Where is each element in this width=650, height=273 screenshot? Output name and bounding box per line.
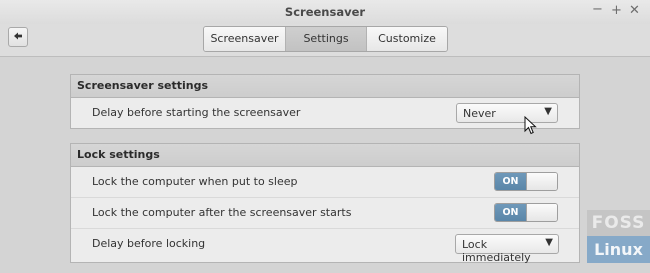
watermark-top-text: FOSS — [587, 210, 650, 236]
toggle-knob — [526, 204, 557, 221]
mouse-pointer-icon — [524, 115, 537, 138]
toggle-on-label: ON — [495, 173, 526, 190]
tab-customize[interactable]: Customize — [367, 27, 447, 51]
maximize-button[interactable]: + — [611, 3, 622, 18]
tab-settings[interactable]: Settings — [286, 27, 367, 51]
row-label: Delay before locking — [92, 237, 206, 250]
screensaver-window: Screensaver − + ✕ Screensaver Settings C… — [0, 0, 650, 273]
section-heading: Lock settings — [71, 144, 579, 167]
title-bar: Screensaver − + ✕ — [0, 0, 650, 24]
row-label: Delay before starting the screensaver — [92, 106, 301, 119]
section-heading: Screensaver settings — [71, 75, 579, 98]
minimize-button[interactable]: − — [592, 2, 603, 17]
lock-after-screensaver-row: Lock the computer after the screensaver … — [71, 198, 579, 229]
watermark-logo: FOSS Linux — [587, 210, 650, 263]
screensaver-settings-section: Screensaver settings Delay before starti… — [70, 74, 580, 129]
watermark-bottom-text: Linux — [587, 236, 650, 263]
lock-settings-section: Lock settings Lock the computer when put… — [70, 143, 580, 264]
dropdown-value: Never — [463, 107, 496, 120]
lock-after-screensaver-toggle[interactable]: ON — [494, 203, 558, 222]
view-tabs: Screensaver Settings Customize — [203, 26, 448, 52]
chevron-down-icon: ▼ — [544, 106, 552, 117]
delay-locking-row: Delay before locking Lock immediately ▼ — [71, 229, 579, 264]
close-button[interactable]: ✕ — [629, 3, 640, 18]
delay-start-dropdown[interactable]: Never ▼ — [456, 103, 558, 123]
back-arrow-icon — [13, 31, 23, 44]
tab-screensaver[interactable]: Screensaver — [204, 27, 286, 51]
back-button[interactable] — [8, 27, 28, 47]
toolbar: Screensaver Settings Customize — [0, 24, 650, 57]
toggle-on-label: ON — [495, 204, 526, 221]
dropdown-value: Lock immediately — [462, 238, 531, 264]
window-title: Screensaver — [284, 5, 366, 19]
lock-on-sleep-row: Lock the computer when put to sleep ON — [71, 167, 579, 198]
delay-start-row: Delay before starting the screensaver Ne… — [71, 98, 579, 128]
chevron-down-icon: ▼ — [545, 237, 553, 248]
toggle-knob — [526, 173, 557, 190]
row-label: Lock the computer when put to sleep — [92, 175, 298, 188]
row-label: Lock the computer after the screensaver … — [92, 206, 352, 219]
lock-on-sleep-toggle[interactable]: ON — [494, 172, 558, 191]
settings-content: Screensaver settings Delay before starti… — [0, 57, 650, 273]
delay-locking-dropdown[interactable]: Lock immediately ▼ — [455, 234, 559, 264]
